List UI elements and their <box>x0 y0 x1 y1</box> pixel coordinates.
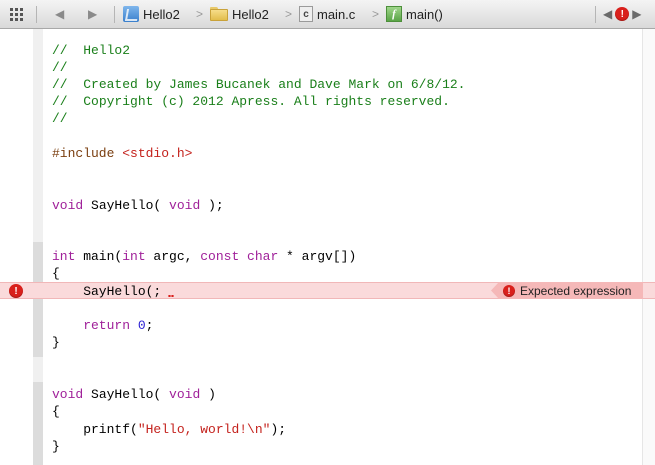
chevron-right-icon: > <box>372 7 380 21</box>
function-icon: f <box>386 6 402 22</box>
code-line: // <box>52 111 68 126</box>
code-line: printf("Hello, world!\n"); <box>52 422 287 437</box>
error-icon[interactable]: ! <box>615 7 630 21</box>
related-items-grid-icon[interactable] <box>10 0 28 28</box>
breadcrumb-function-label: main() <box>406 6 443 22</box>
error-caret <box>168 295 174 297</box>
code-line: // Copyright (c) 2012 Apress. All rights… <box>52 94 450 109</box>
code-line: { <box>52 266 60 281</box>
back-arrow-icon[interactable]: ◀ <box>55 0 64 28</box>
error-message-text: Expected expression <box>520 283 632 298</box>
code-line: } <box>52 335 60 350</box>
folder-icon <box>210 7 228 21</box>
code-line-error: SayHello(; <box>52 284 162 299</box>
code-line: // Created by James Bucanek and Dave Mar… <box>52 77 466 92</box>
breadcrumb-file[interactable]: c main.c <box>299 0 355 28</box>
xcode-project-icon <box>123 6 139 22</box>
chevron-right-icon: > <box>196 7 204 21</box>
code-line: { <box>52 404 60 419</box>
error-icon[interactable]: ! <box>9 284 23 298</box>
chevron-right-icon: > <box>285 7 293 21</box>
source-editor[interactable]: // Hello2 // // Created by James Bucanek… <box>0 29 655 465</box>
breadcrumb-project-label: Hello2 <box>143 6 180 22</box>
editor-right-margin <box>642 29 655 465</box>
code-line: int main(int argc, const char * argv[]) <box>52 249 357 264</box>
divider <box>36 6 37 23</box>
code-line: void SayHello( void ); <box>52 198 224 213</box>
fold-region[interactable] <box>33 242 43 357</box>
breadcrumb-file-label: main.c <box>317 6 356 22</box>
code-line: #include <stdio.h> <box>52 146 193 161</box>
jump-bar: ◀ ▶ Hello2 > Hello2 > c main.c > f main(… <box>0 0 655 29</box>
code-line: // <box>52 60 68 75</box>
code-line: // Hello2 <box>52 43 131 58</box>
c-file-icon: c <box>299 6 313 22</box>
fold-region[interactable] <box>33 382 43 465</box>
breadcrumb-function[interactable]: f main() <box>386 0 443 28</box>
breadcrumb-group[interactable]: Hello2 <box>210 0 269 28</box>
next-issue-icon[interactable]: ▶ <box>632 7 641 21</box>
code-line: } <box>52 439 60 454</box>
breadcrumb-group-label: Hello2 <box>232 6 269 22</box>
code-line: void SayHello( void ) <box>52 387 216 402</box>
breadcrumb-project[interactable]: Hello2 <box>123 0 180 28</box>
issue-navigation: ◀ ! ▶ <box>603 0 641 28</box>
error-icon: ! <box>503 284 515 297</box>
error-message-banner[interactable]: ! Expected expression <box>491 282 643 299</box>
divider <box>114 6 115 23</box>
gutter-error-marker[interactable]: ! <box>9 284 23 298</box>
code-line: return 0; <box>52 318 154 333</box>
forward-arrow-icon[interactable]: ▶ <box>88 0 97 28</box>
previous-issue-icon[interactable]: ◀ <box>603 7 612 21</box>
divider <box>595 6 596 23</box>
